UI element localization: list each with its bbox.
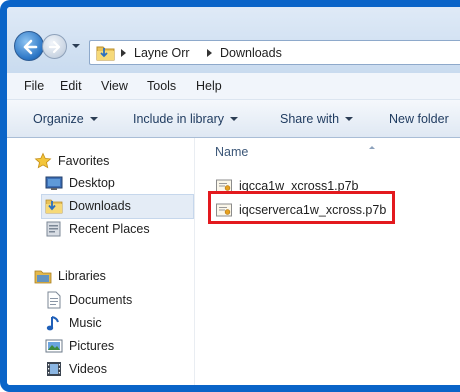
star-icon xyxy=(34,152,52,169)
nav-music-label: Music xyxy=(69,316,102,330)
desktop-icon xyxy=(45,176,63,190)
menu-bar: File Edit View Tools Help xyxy=(7,73,460,100)
include-in-library-label: Include in library xyxy=(133,112,225,126)
nav-documents-label: Documents xyxy=(69,293,133,307)
file-list: Name iqcca1w_xcross1.p7b iqcserverca1w_x… xyxy=(195,138,460,385)
history-dropdown-icon[interactable] xyxy=(70,40,82,52)
column-header-name-label: Name xyxy=(215,145,249,159)
include-in-library-button[interactable]: Include in library xyxy=(133,112,239,126)
folder-icon xyxy=(96,46,115,61)
new-folder-button[interactable]: New folder xyxy=(389,112,449,126)
nav-recent-places-label: Recent Places xyxy=(69,222,150,236)
back-arrow-icon xyxy=(23,39,38,55)
libraries-icon xyxy=(34,270,52,284)
nav-videos-label: Videos xyxy=(69,362,107,376)
forward-arrow-icon xyxy=(48,40,61,54)
share-with-button[interactable]: Share with xyxy=(280,112,354,126)
explorer-window: Layne Orr Downloads File Edit View Tools… xyxy=(0,0,460,392)
command-bar: Organize Include in library Share with N… xyxy=(7,100,460,138)
chevron-down-icon xyxy=(89,117,98,121)
pictures-icon xyxy=(45,339,63,353)
column-header-name[interactable]: Name xyxy=(215,145,375,159)
organize-label: Organize xyxy=(33,112,84,126)
menu-edit[interactable]: Edit xyxy=(60,79,82,93)
highlight-annotation xyxy=(208,191,395,224)
breadcrumb-separator-icon[interactable] xyxy=(207,49,212,57)
chevron-down-icon xyxy=(345,117,354,121)
downloads-folder-icon xyxy=(45,199,63,214)
menu-file[interactable]: File xyxy=(24,79,44,93)
chevron-down-icon xyxy=(230,117,239,121)
navigation-pane: Favorites Desktop Downloads Recent Place… xyxy=(7,138,194,385)
menu-help[interactable]: Help xyxy=(196,79,222,93)
nav-desktop-label: Desktop xyxy=(69,176,115,190)
videos-icon xyxy=(47,362,61,376)
nav-downloads-label: Downloads xyxy=(69,199,131,213)
address-bar: Layne Orr Downloads xyxy=(7,7,460,73)
nav-favorites-label: Favorites xyxy=(58,154,110,168)
menu-view[interactable]: View xyxy=(101,79,128,93)
menu-tools[interactable]: Tools xyxy=(147,79,176,93)
organize-button[interactable]: Organize xyxy=(33,112,98,126)
documents-icon xyxy=(47,291,61,309)
sort-indicator-icon xyxy=(369,146,375,149)
forward-button[interactable] xyxy=(42,34,67,59)
share-with-label: Share with xyxy=(280,112,340,126)
breadcrumb[interactable]: Layne Orr Downloads xyxy=(89,40,460,65)
breadcrumb-separator-icon[interactable] xyxy=(121,49,126,57)
music-icon xyxy=(46,316,59,331)
back-button[interactable] xyxy=(14,31,44,61)
breadcrumb-user[interactable]: Layne Orr xyxy=(134,46,190,60)
nav-libraries-label: Libraries xyxy=(58,269,106,283)
recent-places-icon xyxy=(46,221,61,237)
nav-pictures-label: Pictures xyxy=(69,339,115,353)
breadcrumb-downloads[interactable]: Downloads xyxy=(220,46,282,60)
